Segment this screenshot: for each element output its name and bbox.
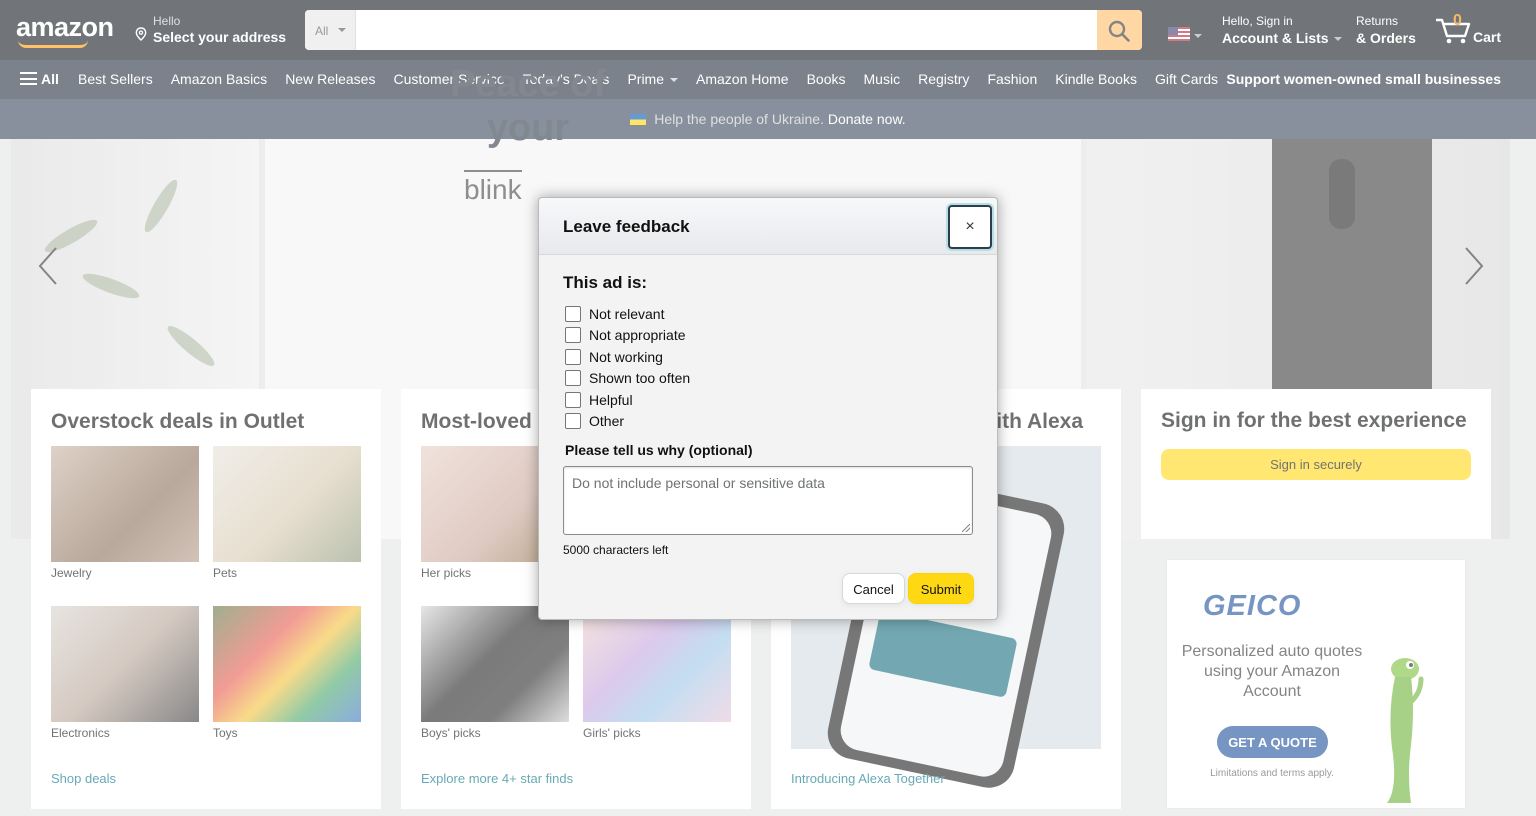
option-not-working[interactable]: Not working bbox=[563, 346, 975, 368]
resize-grip-icon[interactable] bbox=[962, 524, 970, 532]
chars-left: 5000 characters left bbox=[563, 543, 669, 557]
checkbox[interactable] bbox=[565, 305, 581, 322]
why-label: Please tell us why (optional) bbox=[565, 442, 753, 458]
feedback-options: Not relevant Not appropriate Not working… bbox=[563, 303, 975, 432]
checkbox[interactable] bbox=[565, 413, 581, 430]
submit-button[interactable]: Submit bbox=[908, 573, 974, 604]
textarea-placeholder: Do not include personal or sensitive dat… bbox=[572, 475, 825, 491]
checkbox[interactable] bbox=[565, 327, 581, 344]
option-other[interactable]: Other bbox=[563, 411, 975, 433]
checkbox[interactable] bbox=[565, 370, 581, 387]
checkbox[interactable] bbox=[565, 348, 581, 365]
feedback-modal: Leave feedback × This ad is: Not relevan… bbox=[538, 197, 998, 620]
feedback-question: This ad is: bbox=[563, 273, 648, 292]
checkbox[interactable] bbox=[565, 391, 581, 408]
modal-header: Leave feedback × bbox=[539, 198, 997, 255]
modal-title: Leave feedback bbox=[563, 217, 690, 236]
modal-body: This ad is: Not relevant Not appropriate… bbox=[563, 273, 975, 557]
close-button[interactable]: × bbox=[948, 205, 992, 249]
cancel-button[interactable]: Cancel bbox=[842, 573, 905, 604]
feedback-textarea[interactable]: Do not include personal or sensitive dat… bbox=[563, 466, 973, 535]
option-helpful[interactable]: Helpful bbox=[563, 389, 975, 411]
option-shown-too-often[interactable]: Shown too often bbox=[563, 368, 975, 390]
option-not-relevant[interactable]: Not relevant bbox=[563, 303, 975, 325]
close-icon: × bbox=[965, 218, 975, 235]
option-not-appropriate[interactable]: Not appropriate bbox=[563, 325, 975, 347]
